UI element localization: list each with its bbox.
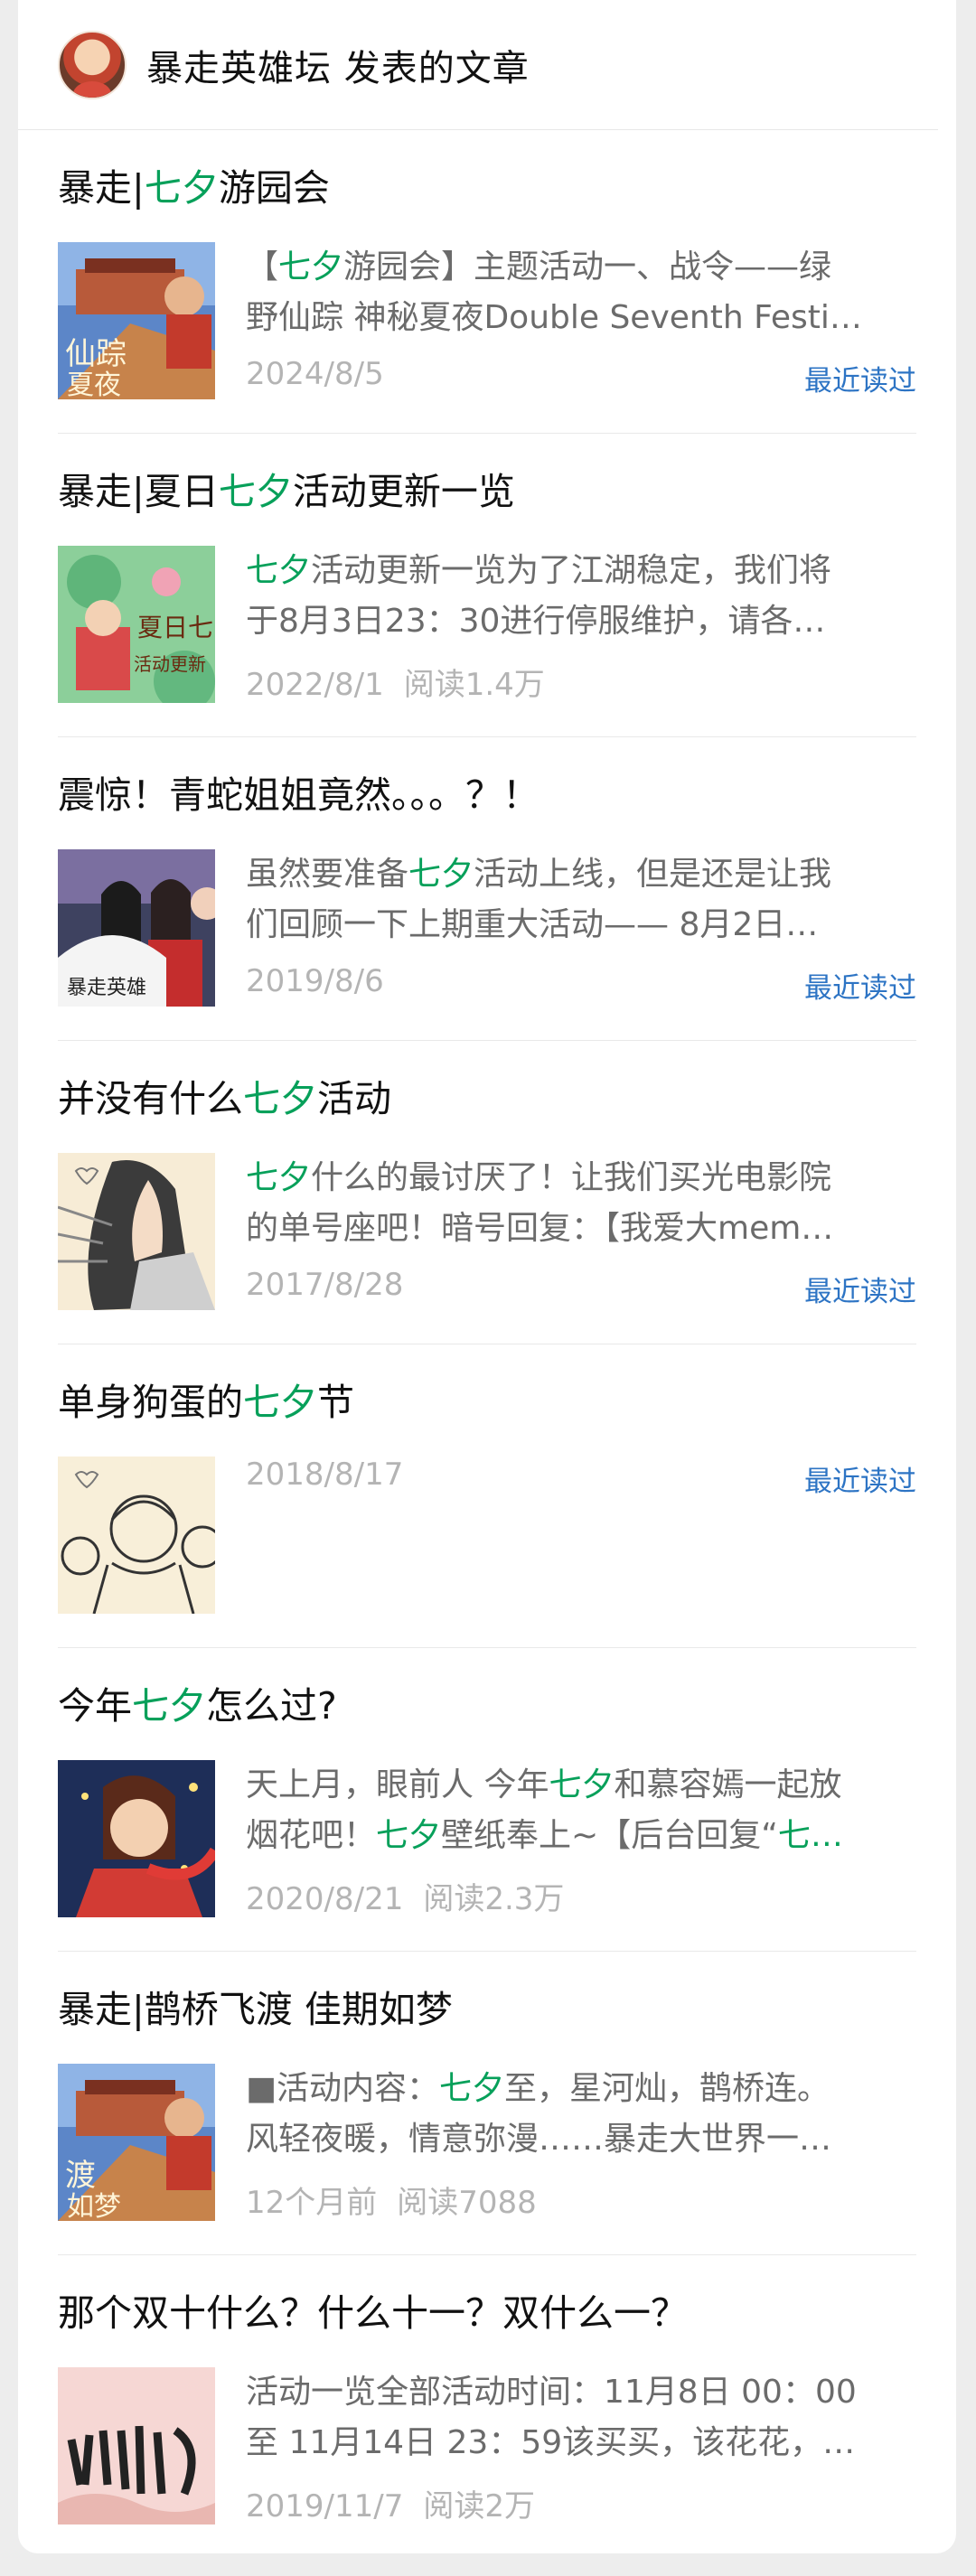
article-item[interactable]: 暴走|鹊桥飞渡 佳期如梦 渡 如梦 ■活动内容：七夕至，星河灿，鹊桥连。 风轻夜…: [58, 1952, 916, 2255]
svg-text:夏日七: 夏日七: [137, 613, 213, 642]
article-date: 2019/8/6: [246, 963, 384, 999]
article-item[interactable]: 暴走|夏日七夕活动更新一览 夏日七 活动更新 七夕活动更新一览为了江湖稳定，我们…: [58, 434, 916, 737]
article-snippet: ■活动内容：七夕至，星河灿，鹊桥连。 风轻夜暖，情意弥漫……暴走大世界一…: [246, 2070, 832, 2158]
svg-text:渡: 渡: [65, 2158, 96, 2194]
account-title: 暴走英雄坛 发表的文章: [146, 47, 530, 89]
article-title: 并没有什么七夕活动: [58, 1077, 391, 1120]
article-date: 2018/8/17: [246, 1457, 404, 1493]
article-meta: 12个月前 阅读7088: [246, 2178, 537, 2222]
article-reads: 阅读2万: [423, 2488, 535, 2524]
article-date: 2022/8/1: [246, 667, 384, 703]
article-item[interactable]: 单身狗蛋的七夕节 2018/8/17 最近读过: [58, 1344, 916, 1648]
svg-text:仙踪: 仙踪: [65, 336, 127, 372]
article-item[interactable]: 今年七夕怎么过? 天上月，眼前人 今年七夕和慕容嫣一起放 烟花吧！七夕壁纸奉上~…: [58, 1648, 916, 1952]
article-meta: 2020/8/21 阅读2.3万: [246, 1874, 564, 1918]
article-title: 震惊！青蛇姐姐竟然。。。？！: [58, 773, 540, 817]
article-thumbnail: 仙踪 夏夜: [58, 242, 215, 399]
article-item[interactable]: 震惊！青蛇姐姐竟然。。。？！ 暴走英雄 虽然要准备七夕活动上线，但是还是让我 们…: [58, 737, 916, 1041]
article-thumbnail: 渡 如梦: [58, 2064, 215, 2221]
article-title: 单身狗蛋的七夕节: [58, 1381, 354, 1424]
article-snippet: 天上月，眼前人 今年七夕和慕容嫣一起放 烟花吧！七夕壁纸奉上~【后台回复“七…: [246, 1766, 843, 1854]
article-thumbnail: [58, 2367, 215, 2524]
recently-read-badge: 最近读过: [804, 1466, 916, 1498]
article-meta: 2017/8/28: [246, 1267, 403, 1303]
article-title: 暴走|夏日七夕活动更新一览: [58, 470, 515, 513]
article-list: 暴走|七夕游园会 仙踪 夏夜 【七夕游园会】主题活动一、战令——绿 野仙踪 神秘…: [18, 130, 956, 2559]
svg-text:如梦: 如梦: [67, 2191, 121, 2221]
article-item[interactable]: 并没有什么七夕活动 七夕什么的最讨厌了！让我们买光电影院 的单号座吧！暗号回复：…: [58, 1041, 916, 1344]
article-title: 暴走|七夕游园会: [58, 166, 330, 210]
article-list-card: 暴走英雄坛 发表的文章 暴走|七夕游园会 仙踪 夏夜 【七夕游园会】主题活动一、…: [18, 0, 956, 2553]
article-meta: 2019/8/6: [246, 963, 384, 999]
svg-text:暴走英雄: 暴走英雄: [67, 977, 146, 999]
article-reads: 阅读7088: [397, 2185, 537, 2221]
svg-text:活动更新: 活动更新: [134, 653, 206, 675]
article-thumbnail: 夏日七 活动更新: [58, 546, 215, 703]
account-avatar[interactable]: [58, 30, 127, 99]
article-reads: 阅读1.4万: [403, 667, 545, 703]
article-snippet: 虽然要准备七夕活动上线，但是还是让我 们回顾一下上期重大活动—— 8月2日…: [246, 856, 832, 943]
recently-read-badge: 最近读过: [804, 972, 916, 1005]
article-thumbnail: 暴走英雄: [58, 849, 215, 1007]
svg-text:夏夜: 夏夜: [67, 370, 121, 399]
article-title: 今年七夕怎么过?: [58, 1684, 337, 1728]
article-thumbnail: [58, 1760, 215, 1917]
article-date: 2020/8/21: [246, 1881, 404, 1917]
article-date: 12个月前: [246, 2185, 378, 2221]
article-meta: 2022/8/1 阅读1.4万: [246, 660, 545, 704]
article-snippet: 七夕什么的最讨厌了！让我们买光电影院 的单号座吧！暗号回复：【我爱大mem…: [246, 1159, 834, 1247]
article-meta: 2019/11/7 阅读2万: [246, 2481, 535, 2525]
article-thumbnail: [58, 1153, 215, 1310]
article-snippet: 七夕活动更新一览为了江湖稳定，我们将 于8月3日23：30进行停服维护，请各…: [246, 552, 832, 640]
article-meta: 2024/8/5: [246, 356, 384, 392]
article-date: 2017/8/28: [246, 1267, 404, 1303]
article-item[interactable]: 暴走|七夕游园会 仙踪 夏夜 【七夕游园会】主题活动一、战令——绿 野仙踪 神秘…: [58, 130, 916, 434]
recently-read-badge: 最近读过: [804, 365, 916, 398]
article-snippet: 【七夕游园会】主题活动一、战令——绿 野仙踪 神秘夏夜Double Sevent…: [246, 248, 862, 336]
recently-read-badge: 最近读过: [804, 1276, 916, 1308]
article-reads: 阅读2.3万: [423, 1881, 565, 1917]
article-date: 2024/8/5: [246, 356, 384, 392]
article-thumbnail: [58, 1457, 215, 1614]
article-title: 暴走|鹊桥飞渡 佳期如梦: [58, 1988, 453, 2031]
article-item[interactable]: 那个双十什么？什么十一？双什么一？ 活动一览全部活动时间：11月8日 00：00…: [58, 2255, 916, 2559]
article-meta: 2018/8/17: [246, 1457, 403, 1493]
article-title: 那个双十什么？什么十一？双什么一？: [58, 2291, 688, 2335]
account-header[interactable]: 暴走英雄坛 发表的文章: [18, 0, 938, 130]
article-snippet: 活动一览全部活动时间：11月8日 00：00 至 11月14日 23：59该买买…: [246, 2374, 857, 2461]
article-date: 2019/11/7: [246, 2488, 404, 2524]
